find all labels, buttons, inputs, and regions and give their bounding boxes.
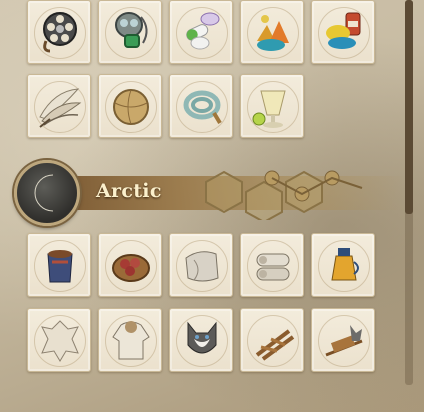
section-banner: Arctic <box>14 160 406 226</box>
item-slot-paint-pigments[interactable] <box>311 0 375 64</box>
scrollbar-thumb[interactable] <box>405 0 413 214</box>
item-slot-rolled-pelts[interactable] <box>240 233 304 297</box>
gas-mask-icon <box>115 12 148 48</box>
item-slot-meatballs-bowl[interactable] <box>98 233 162 297</box>
item-slot-colored-powder[interactable] <box>240 0 304 64</box>
item-slot-fur-pelt-roll[interactable] <box>169 233 233 297</box>
wooden-sled-icon <box>255 329 295 361</box>
item-slot-gas-mask[interactable] <box>98 0 162 64</box>
section-title: Arctic <box>96 180 162 202</box>
scrollbar-track[interactable] <box>405 0 413 385</box>
item-slot-lemonade-glass[interactable] <box>240 74 304 138</box>
item-slot-oil-lamp[interactable] <box>311 233 375 297</box>
pills-icon <box>186 12 220 50</box>
oil-lamp-icon <box>331 248 359 281</box>
hex-pattern-decoration <box>205 170 363 220</box>
parka-icon <box>112 321 150 360</box>
item-slot-animal-hide[interactable] <box>27 308 91 372</box>
film-reel-icon <box>43 12 77 53</box>
item-slot-coiled-hose[interactable] <box>169 74 233 138</box>
feathers-icon <box>39 88 82 128</box>
item-slot-leather-ball[interactable] <box>98 74 162 138</box>
item-slot-parka[interactable] <box>98 308 162 372</box>
crescent-moon-icon <box>34 174 54 212</box>
arctic-emblem <box>14 160 80 226</box>
item-slot-wooden-sled[interactable] <box>240 308 304 372</box>
fur-pelt-roll-icon <box>185 251 219 282</box>
item-slot-feathers[interactable] <box>27 74 91 138</box>
animal-hide-icon <box>41 320 79 362</box>
clay-jar-icon <box>47 250 73 283</box>
coiled-hose-icon <box>183 90 222 125</box>
item-slot-film-reel[interactable] <box>27 0 91 64</box>
item-slot-husky-dog[interactable] <box>169 308 233 372</box>
husky-dog-icon <box>187 321 217 354</box>
meatballs-bowl-icon <box>112 254 150 282</box>
item-slot-pills[interactable] <box>169 0 233 64</box>
colored-powder-icon <box>257 15 289 51</box>
leather-ball-icon <box>113 89 149 125</box>
rolled-pelts-icon <box>256 253 290 281</box>
item-slot-dog-sled[interactable] <box>311 308 375 372</box>
item-slot-clay-jar[interactable] <box>27 233 91 297</box>
dog-sled-icon <box>325 325 363 357</box>
paint-pigments-icon <box>326 12 361 49</box>
lemonade-glass-icon <box>252 90 286 128</box>
